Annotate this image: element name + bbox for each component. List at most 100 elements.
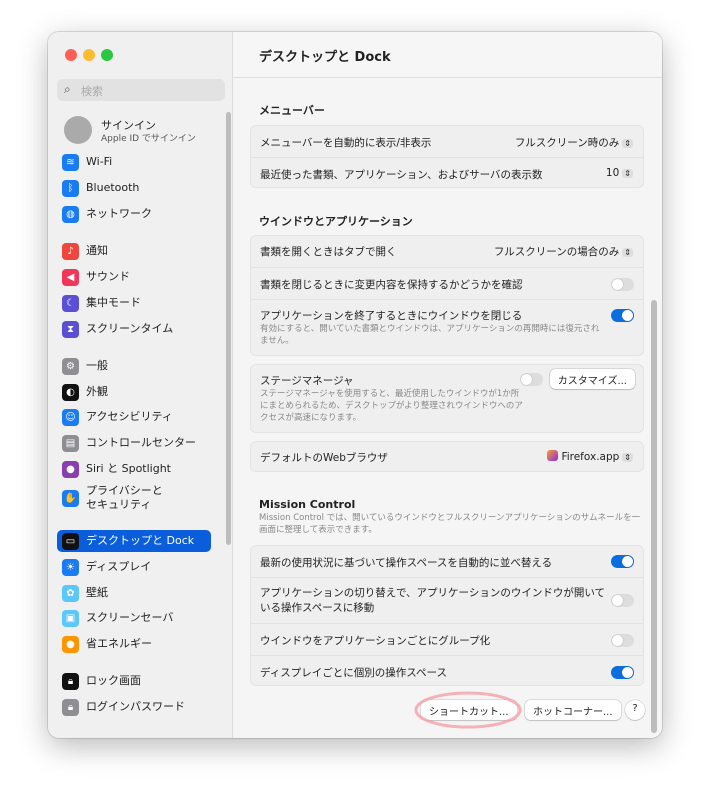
- sidebar-item-wallpaper[interactable]: ✿ 壁紙: [57, 582, 211, 604]
- hot-corners-button[interactable]: ホットコーナー...: [525, 700, 621, 720]
- row-description: 有効にすると、開いていた書類とウインドウは、アプリケーションの再開時には復元され…: [260, 324, 600, 346]
- row-label: アプリケーションの切り替えで、アプリケーションのウインドウが開いている操作スペー…: [260, 587, 606, 614]
- control-center-icon: ▤: [62, 434, 79, 452]
- lock-icon: 🔒︎: [62, 698, 79, 716]
- sidebar-item-bluetooth[interactable]: ᛒ Bluetooth: [57, 177, 211, 199]
- stage-manager-toggle[interactable]: [520, 373, 543, 386]
- sidebar-item-screensaver[interactable]: ▣ スクリーンセーバ: [57, 607, 211, 629]
- sidebar-item-label: コントロールセンター: [86, 436, 196, 449]
- sidebar-item-accessibility[interactable]: ☺ アクセシビリティ: [57, 406, 211, 428]
- select-value: Firefox.app: [561, 451, 620, 463]
- desktop-dock-icon: ▭: [62, 532, 79, 550]
- default-browser-select[interactable]: Firefox.app ⇕: [547, 450, 633, 463]
- avatar: [64, 116, 92, 144]
- hand-icon: ✋: [62, 489, 79, 507]
- sidebar-item-label: スクリーンセーバ: [86, 611, 174, 624]
- windows-group: 書類を開くときはタブで開く フルスクリーンの場合のみ ⇕ 書類を閉じるときに変更内容…: [250, 235, 644, 356]
- sidebar-item-speaker[interactable]: ◀ サウンド: [57, 266, 211, 288]
- help-button[interactable]: ?: [625, 700, 645, 720]
- sidebar-item-bell[interactable]: ♪ 通知: [57, 240, 211, 262]
- separate-spaces-row: ディスプレイごとに個別の操作スペース: [251, 655, 643, 687]
- sidebar-item-bulb[interactable]: ● 省エネルギー: [57, 633, 211, 655]
- auto-rearrange-toggle[interactable]: [611, 555, 634, 568]
- close-windows-toggle[interactable]: [611, 309, 634, 322]
- appearance-icon: ◐: [62, 383, 79, 401]
- sidebar-scrollbar[interactable]: [226, 112, 231, 545]
- search-icon: ⌕: [64, 82, 71, 96]
- chevron-updown-icon: ⇕: [622, 169, 633, 178]
- row-label: 最近使った書類、アプリケーション、およびサーバの表示数: [260, 169, 543, 181]
- page-title: デスクトップと Dock: [259, 50, 391, 65]
- sun-icon: ☀: [62, 558, 79, 576]
- sidebar-item-label: 省エネルギー: [86, 637, 152, 650]
- sidebar-item-label: 壁紙: [86, 586, 108, 599]
- group-windows-row: ウインドウをアプリケーションごとにグループ化: [251, 623, 643, 655]
- row-label: メニューバーを自動的に表示/非表示: [260, 137, 432, 149]
- chevron-updown-icon: ⇕: [622, 453, 633, 462]
- minimize-button[interactable]: [83, 49, 95, 61]
- sidebar-item-hourglass[interactable]: ⧗ スクリーンタイム: [57, 318, 211, 340]
- sidebar-item-gear[interactable]: ⚙ 一般: [57, 355, 211, 377]
- select-value: 10: [605, 167, 620, 179]
- profile-subtitle: Apple ID でサインイン: [101, 134, 196, 144]
- sidebar: ⌕ 検索 サインイン Apple ID でサインイン ≋ Wi-Fi ᛒ Bluetoo…: [48, 32, 233, 738]
- sidebar-item-label: 集中モード: [86, 296, 141, 309]
- sidebar-item-lock-screen[interactable]: 🔒︎ ロック画面: [57, 670, 211, 692]
- sidebar-item-moon[interactable]: ☾ 集中モード: [57, 292, 211, 314]
- zoom-button[interactable]: [101, 49, 113, 61]
- menubar-autohide-select[interactable]: フルスクリーン時のみ ⇕: [515, 135, 633, 150]
- sidebar-item-sun[interactable]: ☀ ディスプレイ: [57, 556, 211, 578]
- sidebar-item-globe[interactable]: ◍ ネットワーク: [57, 203, 211, 225]
- menubar-group: メニューバーを自動的に表示/非表示 フルスクリーン時のみ ⇕ 最近使った書類、アプリ…: [250, 125, 644, 188]
- section-heading-windows: ウインドウとアプリケーション: [259, 215, 413, 228]
- sidebar-item-desktop-dock[interactable]: ▭ デスクトップと Dock: [57, 530, 211, 552]
- ask-keep-changes-toggle[interactable]: [611, 278, 634, 291]
- sidebar-item-control-center[interactable]: ▤ コントロールセンター: [57, 432, 211, 454]
- mission-control-group: 最新の使用状況に基づいて操作スペースを自動的に並べ替える アプリケーションの切り…: [250, 545, 644, 686]
- row-label: 書類を開くときはタブで開く: [260, 246, 397, 258]
- gear-icon: ⚙: [62, 357, 79, 375]
- section-heading-menubar: メニューバー: [259, 104, 325, 117]
- sidebar-item-label: ディスプレイ: [86, 560, 152, 573]
- open-in-tabs-row: 書類を開くときはタブで開く フルスクリーンの場合のみ ⇕: [251, 236, 643, 267]
- sidebar-item-appearance[interactable]: ◐ 外観: [57, 381, 211, 403]
- recent-items-row: 最近使った書類、アプリケーション、およびサーバの表示数 10 ⇕: [251, 157, 643, 189]
- content-scrollbar[interactable]: [651, 300, 657, 733]
- sidebar-item-label: サウンド: [86, 270, 130, 283]
- switch-to-space-toggle[interactable]: [611, 594, 634, 607]
- bell-icon: ♪: [62, 242, 79, 260]
- ask-keep-changes-row: 書類を閉じるときに変更内容を保持するかどうかを確認: [251, 267, 643, 299]
- sidebar-item-hand[interactable]: ✋ プライバシーと セキュリティ: [57, 482, 211, 514]
- screensaver-icon: ▣: [62, 609, 79, 627]
- group-windows-toggle[interactable]: [611, 634, 634, 647]
- settings-window: ⌕ 検索 サインイン Apple ID でサインイン ≋ Wi-Fi ᛒ Bluetoo…: [48, 32, 662, 738]
- moon-icon: ☾: [62, 294, 79, 312]
- stage-manager-description: ステージマネージャを使用すると、最近使用したウインドウが1か所にまとめられるため…: [260, 389, 523, 423]
- select-value: フルスクリーンの場合のみ: [493, 246, 620, 258]
- chevron-updown-icon: ⇕: [622, 139, 633, 148]
- close-windows-row: アプリケーションを終了するときにウインドウを閉じる有効にすると、開いていた書類と…: [251, 299, 643, 357]
- hourglass-icon: ⧗: [62, 320, 79, 338]
- row-label: ウインドウをアプリケーションごとにグループ化: [260, 635, 491, 647]
- open-in-tabs-select[interactable]: フルスクリーンの場合のみ ⇕: [494, 244, 633, 259]
- highlight-annotation: [414, 691, 522, 729]
- search-input[interactable]: ⌕ 検索: [57, 79, 225, 101]
- sidebar-item-label: Wi-Fi: [86, 155, 113, 168]
- switch-to-space-row: アプリケーションの切り替えで、アプリケーションのウインドウが開いている操作スペー…: [251, 577, 643, 623]
- sidebar-item-label: スクリーンタイム: [86, 322, 174, 335]
- stage-manager-group: ステージマネージャ ステージマネージャを使用すると、最近使用したウインドウが1か…: [250, 364, 644, 433]
- default-browser-group: デフォルトのWebブラウザ Firefox.app ⇕: [250, 441, 644, 472]
- recent-items-select[interactable]: 10 ⇕: [606, 167, 633, 179]
- row-label: 最新の使用状況に基づいて操作スペースを自動的に並べ替える: [260, 557, 553, 569]
- sidebar-item-siri[interactable]: ● Siri と Spotlight: [57, 458, 211, 480]
- firefox-icon: [547, 450, 559, 461]
- sidebar-item-wifi[interactable]: ≋ Wi-Fi: [57, 151, 211, 173]
- sidebar-item-label: 通知: [86, 244, 108, 257]
- sidebar-item-label: ロック画面: [86, 674, 141, 687]
- close-button[interactable]: [65, 49, 77, 61]
- row-label: アプリケーションを終了するときにウインドウを閉じる: [260, 310, 523, 322]
- separate-spaces-toggle[interactable]: [611, 666, 634, 679]
- sidebar-item-label: ログインパスワード: [86, 700, 185, 713]
- customize-button[interactable]: カスタマイズ...: [549, 369, 635, 389]
- sidebar-item-lock[interactable]: 🔒︎ ログインパスワード: [57, 696, 211, 718]
